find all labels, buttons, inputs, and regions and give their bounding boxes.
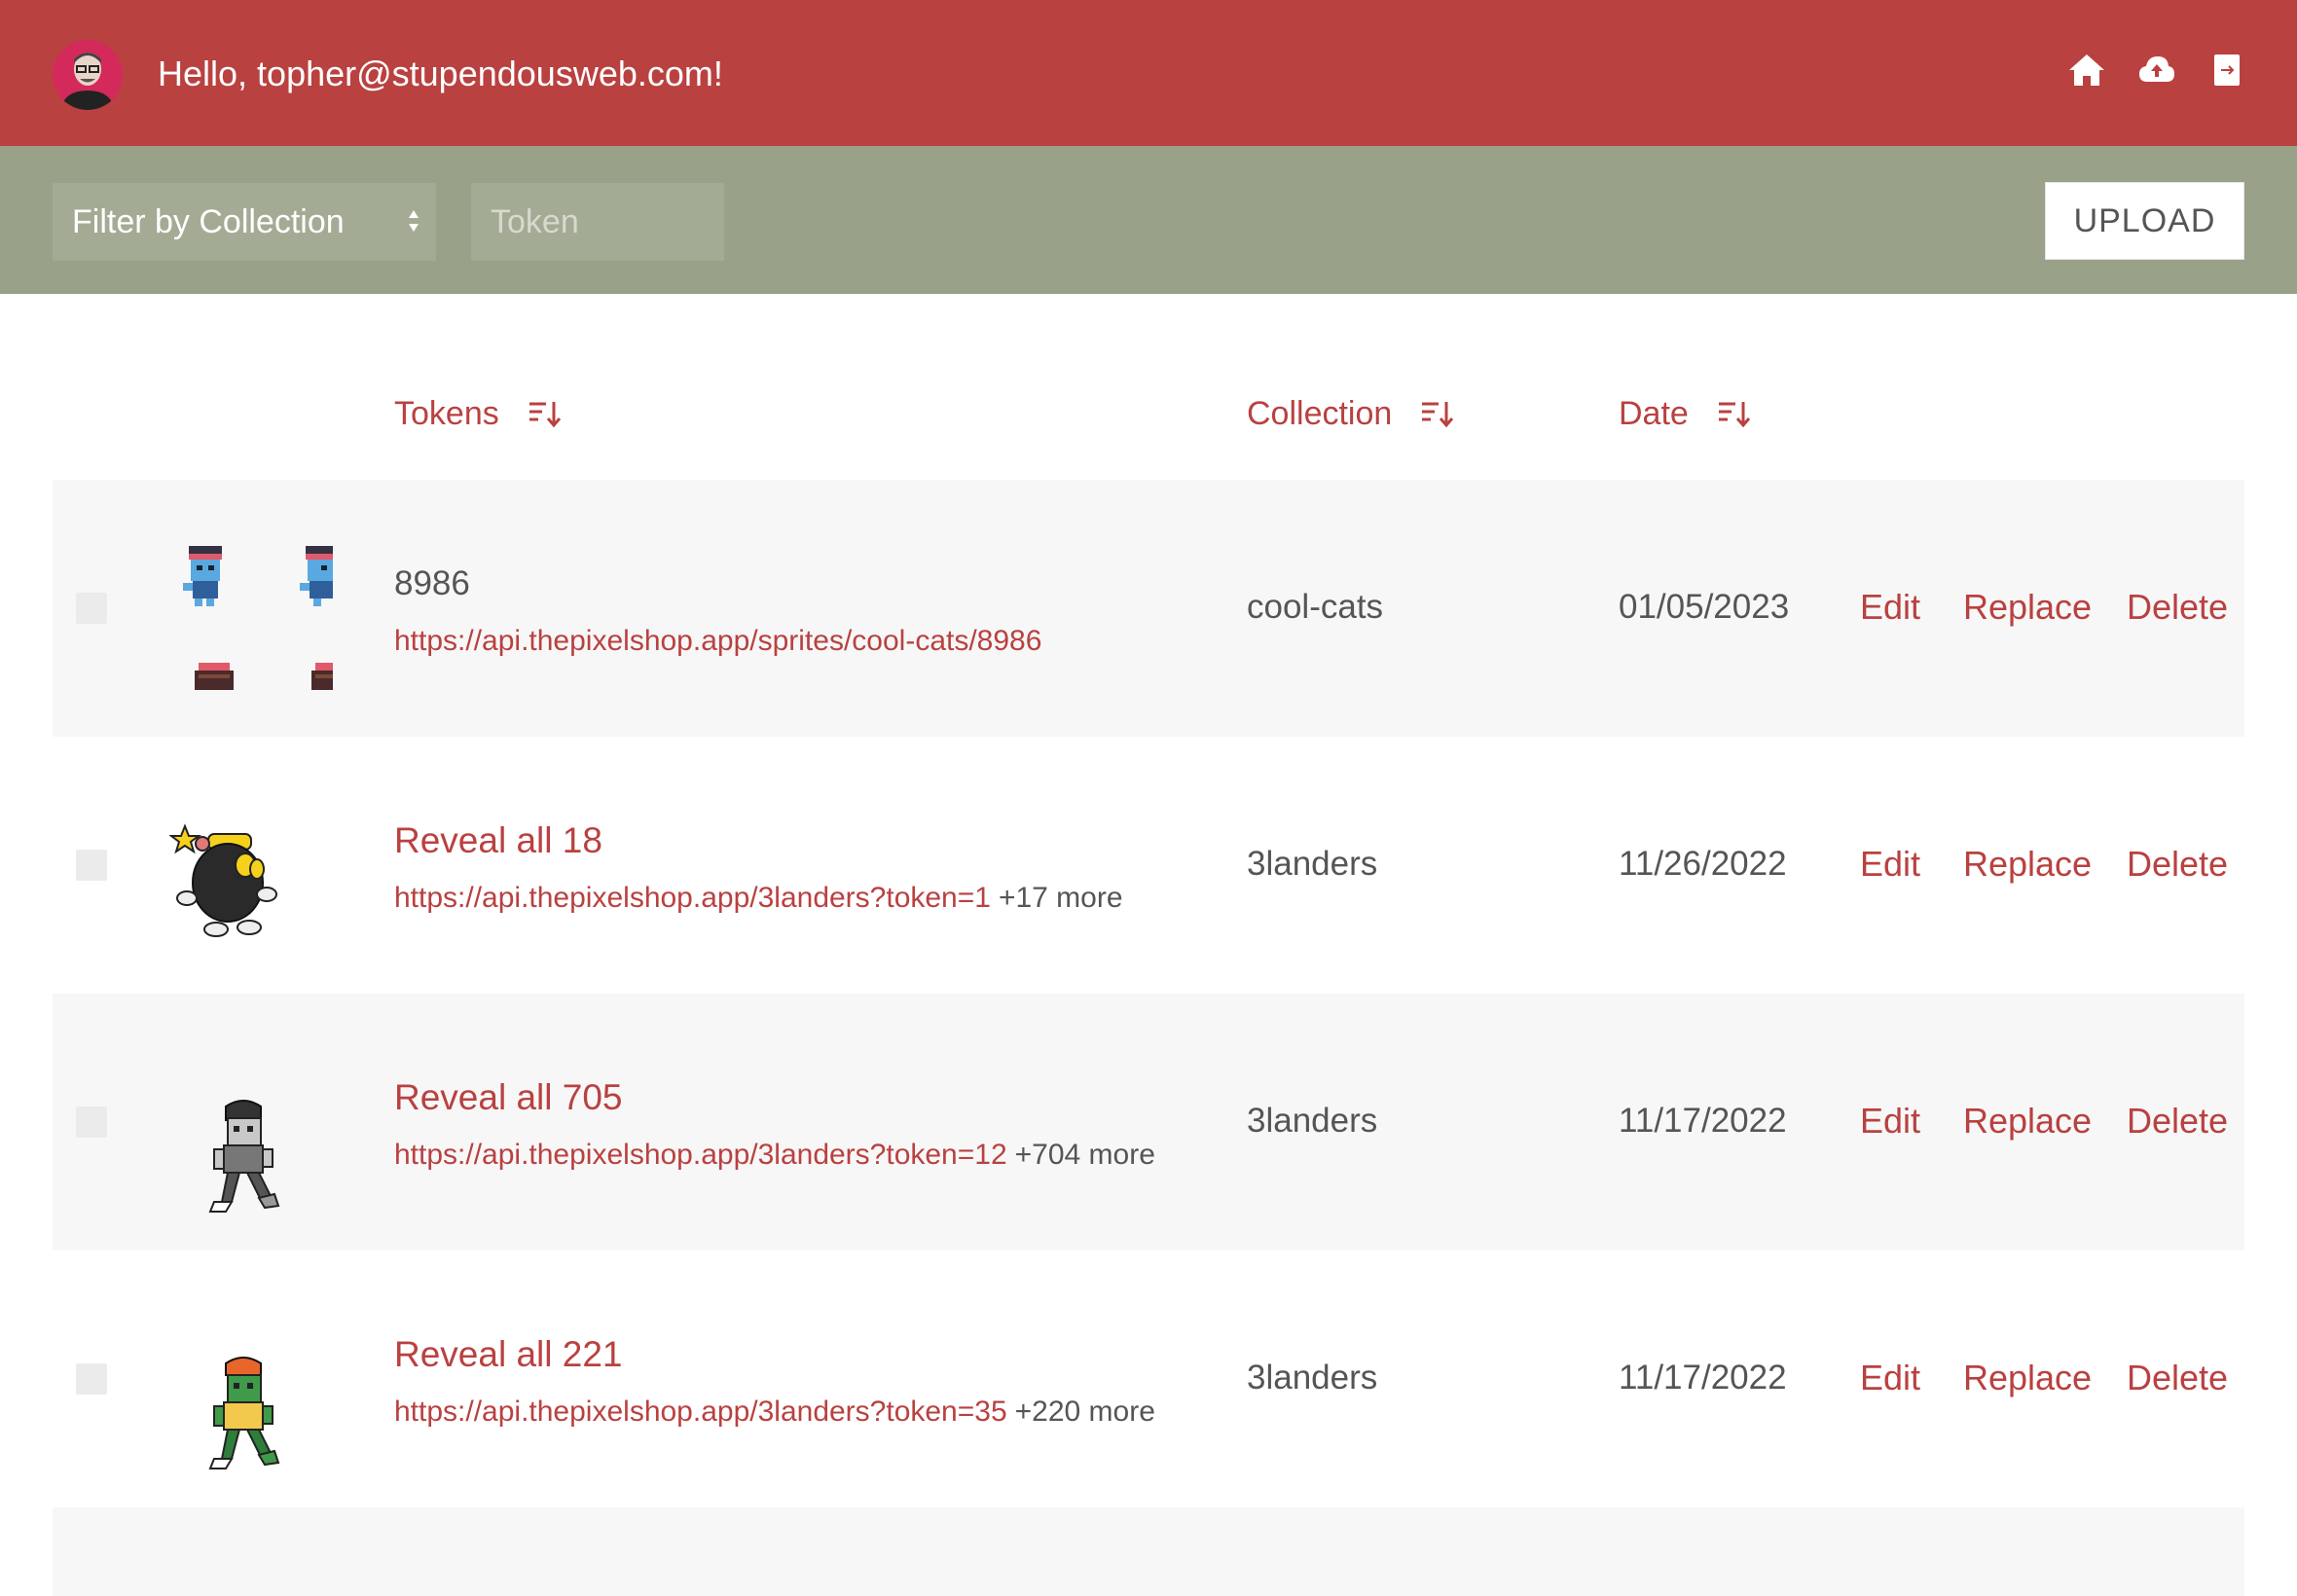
- avatar[interactable]: [53, 40, 123, 110]
- cloud-upload-icon[interactable]: [2137, 51, 2176, 90]
- delete-button[interactable]: Delete: [2127, 842, 2228, 887]
- replace-button[interactable]: Replace: [1963, 1099, 2092, 1143]
- edit-button[interactable]: Edit: [1860, 1099, 1920, 1143]
- edit-button[interactable]: Edit: [1860, 842, 1920, 887]
- token-title: 8986: [394, 564, 470, 602]
- table-row: [53, 1507, 2244, 1596]
- row-date: 11/17/2022: [1619, 1359, 1787, 1396]
- upload-button[interactable]: UPLOAD: [2045, 182, 2244, 260]
- sprite-sheet-thumbnail: [179, 538, 354, 704]
- token-url-link[interactable]: https://api.thepixelshop.app/3landers?to…: [394, 1136, 1155, 1175]
- more-count: +17 more: [998, 882, 1123, 914]
- token-search-input[interactable]: [471, 183, 724, 261]
- row-checkbox[interactable]: [76, 1106, 107, 1138]
- edit-button[interactable]: Edit: [1860, 1356, 1920, 1400]
- row-checkbox[interactable]: [76, 850, 107, 881]
- more-count: +704 more: [1014, 1139, 1155, 1171]
- greeting-text: Hello, topher@stupendousweb.com!: [158, 54, 723, 93]
- sort-icon[interactable]: [1421, 399, 1454, 428]
- row-date: 11/17/2022: [1619, 1102, 1787, 1140]
- row-checkbox[interactable]: [76, 1363, 107, 1395]
- reveal-all-link[interactable]: Reveal all 705: [394, 1075, 622, 1120]
- row-collection: cool-cats: [1247, 588, 1384, 626]
- replace-button[interactable]: Replace: [1963, 842, 2092, 887]
- row-collection: 3landers: [1247, 1102, 1378, 1140]
- top-bar: Hello, topher@stupendousweb.com!: [0, 0, 2297, 146]
- replace-button[interactable]: Replace: [1963, 1356, 2092, 1400]
- delete-button[interactable]: Delete: [2127, 585, 2228, 630]
- table-row: 8986 https://api.thepixelshop.app/sprite…: [53, 480, 2244, 737]
- home-icon[interactable]: [2067, 51, 2106, 90]
- token-url-link[interactable]: https://api.thepixelshop.app/3landers?to…: [394, 1393, 1155, 1432]
- token-url-text[interactable]: https://api.thepixelshop.app/3landers?to…: [394, 882, 991, 914]
- collection-filter-label: Filter by Collection: [72, 203, 345, 240]
- delete-button[interactable]: Delete: [2127, 1356, 2228, 1400]
- more-count: +220 more: [1014, 1396, 1155, 1428]
- column-header-label: Date: [1619, 395, 1689, 432]
- row-checkbox[interactable]: [76, 593, 107, 624]
- row-collection: 3landers: [1247, 1359, 1378, 1396]
- column-header-label: Collection: [1247, 395, 1393, 432]
- column-header-label: Tokens: [394, 395, 499, 432]
- delete-button[interactable]: Delete: [2127, 1099, 2228, 1143]
- reveal-all-link[interactable]: Reveal all 18: [394, 818, 602, 863]
- reveal-all-link[interactable]: Reveal all 221: [394, 1332, 622, 1377]
- row-collection: 3landers: [1247, 845, 1378, 883]
- column-header-date[interactable]: Date: [1619, 389, 1751, 438]
- token-url-text[interactable]: https://api.thepixelshop.app/3landers?to…: [394, 1396, 1007, 1428]
- table-row: Reveal all 705 https://api.thepixelshop.…: [53, 994, 2244, 1251]
- token-thumbnail: [204, 1095, 292, 1215]
- token-thumbnail: [169, 822, 296, 949]
- row-date: 11/26/2022: [1619, 845, 1787, 883]
- token-url-text[interactable]: https://api.thepixelshop.app/3landers?to…: [394, 1139, 1007, 1171]
- edit-button[interactable]: Edit: [1860, 585, 1920, 630]
- token-thumbnail: [204, 1352, 292, 1472]
- token-url-text[interactable]: https://api.thepixelshop.app/sprites/coo…: [394, 625, 1041, 657]
- column-header-tokens[interactable]: Tokens: [394, 389, 562, 438]
- table-row: Reveal all 221 https://api.thepixelshop.…: [53, 1251, 2244, 1507]
- replace-button[interactable]: Replace: [1963, 585, 2092, 630]
- select-arrows-icon: [409, 210, 419, 232]
- sort-icon[interactable]: [529, 399, 562, 428]
- row-date: 01/05/2023: [1619, 588, 1790, 626]
- token-url-link[interactable]: https://api.thepixelshop.app/3landers?to…: [394, 879, 1123, 918]
- logout-icon[interactable]: [2207, 51, 2246, 90]
- sort-icon[interactable]: [1718, 399, 1751, 428]
- column-header-collection[interactable]: Collection: [1247, 389, 1454, 438]
- token-url-link[interactable]: https://api.thepixelshop.app/sprites/coo…: [394, 622, 1041, 661]
- collection-filter-select[interactable]: Filter by Collection: [53, 183, 436, 261]
- table-row: Reveal all 18 https://api.thepixelshop.a…: [53, 737, 2244, 994]
